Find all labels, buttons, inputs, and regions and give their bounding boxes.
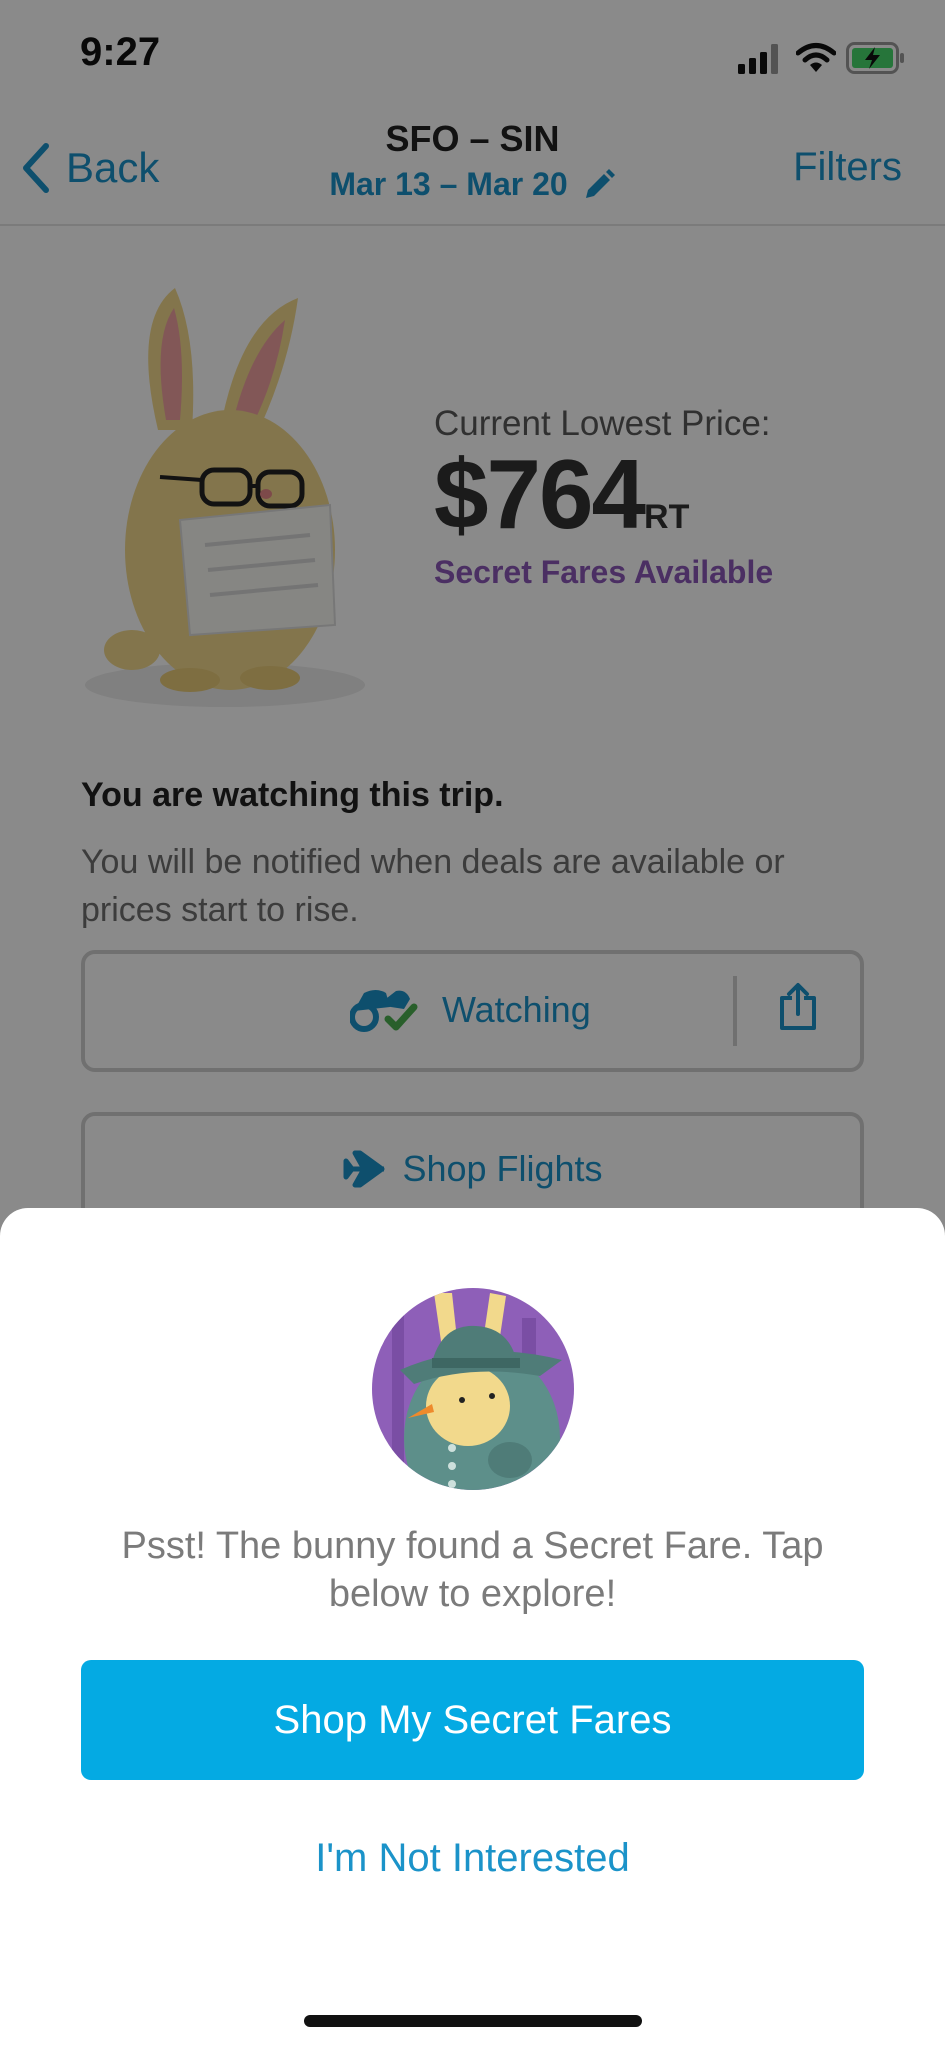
detective-bunny-avatar bbox=[372, 1288, 574, 1490]
detective-bunny-illustration bbox=[372, 1288, 574, 1490]
not-interested-link[interactable]: I'm Not Interested bbox=[0, 1836, 945, 1881]
home-indicator[interactable] bbox=[304, 2015, 642, 2027]
secret-fare-message: Psst! The bunny found a Secret Fare. Tap… bbox=[121, 1525, 824, 1615]
shop-secret-fares-button[interactable]: Shop My Secret Fares bbox=[81, 1660, 864, 1780]
